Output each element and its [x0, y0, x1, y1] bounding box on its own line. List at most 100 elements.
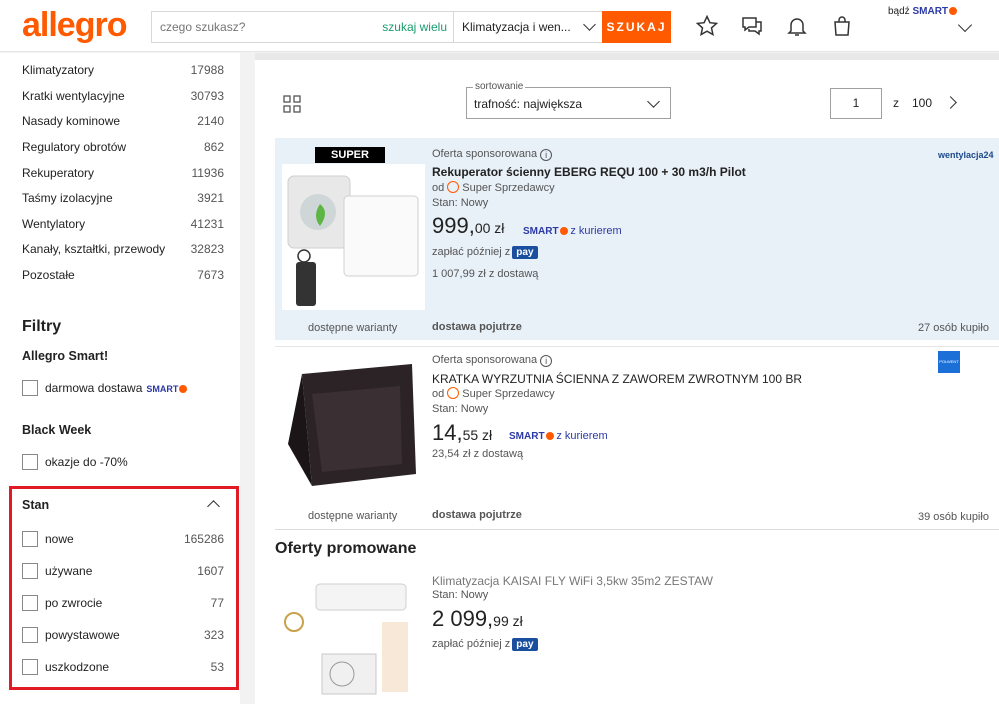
category-item-tasmy[interactable]: Taśmy izolacyjne 3921: [22, 191, 224, 205]
allegro-logo[interactable]: allegro: [22, 6, 127, 45]
condition-label: Stan: Nowy: [432, 589, 489, 601]
filter-black-week[interactable]: okazje do -70%: [22, 453, 224, 471]
category-item-rekuperatory[interactable]: Rekuperatory 11936: [22, 166, 224, 180]
page-number-input[interactable]: 1: [830, 88, 882, 119]
filter-stan-uzywane[interactable]: używane 1607: [22, 562, 224, 580]
promoted-heading: Oferty promowane: [275, 540, 417, 557]
category-count: 30793: [190, 89, 224, 103]
bag-icon[interactable]: [830, 14, 854, 38]
product-image[interactable]: [282, 164, 425, 310]
star-icon[interactable]: [695, 14, 719, 38]
filter-free-delivery[interactable]: darmowa dostawa SMART: [22, 379, 224, 397]
price: 2 099,99 zł: [432, 606, 523, 632]
grid-view-icon[interactable]: [283, 95, 301, 113]
product-image[interactable]: [282, 354, 425, 500]
chevron-down-icon: [583, 18, 596, 31]
sort-value: trafność: największa: [474, 97, 583, 111]
sponsored-text: Oferta sponsorowana: [432, 354, 538, 366]
seller-line: od Super Sprzedawcy: [432, 181, 555, 194]
seller-label: Super Sprzedawcy: [462, 182, 555, 194]
bell-icon[interactable]: [785, 14, 809, 38]
smart-delivery: SMART z kurierem: [509, 430, 608, 442]
stan-filter-heading[interactable]: Stan: [22, 498, 49, 512]
price-cents: 99 zł: [493, 613, 523, 629]
pay-later: zapłać później z pay: [432, 246, 538, 259]
category-item-kanaly[interactable]: Kanały, kształtki, przewody 32823: [22, 242, 224, 256]
checkbox[interactable]: [22, 595, 38, 611]
category-count: 17988: [190, 63, 224, 77]
filter-label: powystawowe: [45, 628, 120, 642]
category-select-value: Klimatyzacja i wen...: [462, 20, 571, 34]
courier-label: z kurierem: [556, 430, 608, 442]
filter-stan-uszkodzone[interactable]: uszkodzone 53: [22, 658, 224, 676]
seller-prefix: od: [432, 388, 445, 400]
category-item-klimatyzatory[interactable]: Klimatyzatory 17988: [22, 63, 224, 77]
category-count: 2140: [197, 114, 224, 128]
smart-dot-icon: [949, 7, 958, 16]
category-count: 7673: [197, 268, 224, 282]
search-bar: szukaj wielu Klimatyzacja i wen... SZUKA…: [151, 11, 671, 43]
category-item-nasady[interactable]: Nasady kominowe 2140: [22, 114, 224, 128]
smart-dot-icon: [179, 384, 188, 393]
offer-title[interactable]: Rekuperator ścienny EBERG REQU 100 + 30 …: [432, 165, 746, 179]
checkbox[interactable]: [22, 380, 38, 396]
smart-label: SMART: [523, 226, 559, 237]
filter-stan-powystawowe[interactable]: powystawowe 323: [22, 626, 224, 644]
variants-label[interactable]: dostępne warianty: [308, 322, 397, 334]
category-item-regulatory[interactable]: Regulatory obrotów 862: [22, 140, 224, 154]
search-many-link[interactable]: szukaj wielu: [378, 12, 454, 42]
category-select[interactable]: Klimatyzacja i wen...: [454, 12, 602, 42]
info-icon[interactable]: i: [540, 355, 553, 367]
condition-label: Stan: Nowy: [432, 403, 489, 415]
checkbox[interactable]: [22, 627, 38, 643]
checkbox[interactable]: [22, 563, 38, 579]
seller-line: od Super Sprzedawcy: [432, 387, 555, 400]
smart-dot-icon: [545, 432, 554, 441]
seller-brand-logo[interactable]: wentylacja24: [938, 150, 994, 160]
account-chevron-icon[interactable]: [957, 17, 973, 33]
price-cents: 55 zł: [462, 427, 493, 443]
filter-label: używane: [45, 564, 93, 578]
filter-stan-po-zwrocie[interactable]: po zwrocie 77: [22, 594, 224, 612]
variants-label[interactable]: dostępne warianty: [308, 510, 397, 522]
info-icon[interactable]: i: [540, 149, 553, 161]
shipping-label: dostawa pojutrze: [432, 321, 522, 333]
pay-badge: pay: [512, 246, 538, 259]
courier-label: z kurierem: [570, 225, 622, 237]
category-label: Wentylatory: [22, 217, 86, 231]
seller-brand-logo[interactable]: POLWENT: [938, 351, 960, 373]
checkbox[interactable]: [22, 454, 38, 470]
smart-badge: SMART: [146, 384, 179, 394]
category-item-kratki[interactable]: Kratki wentylacyjne 30793: [22, 89, 224, 103]
category-label: Regulatory obrotów: [22, 140, 127, 154]
checkbox[interactable]: [22, 531, 38, 547]
search-input[interactable]: [152, 12, 378, 42]
category-item-wentylatory[interactable]: Wentylatory 41231: [22, 217, 224, 231]
filter-count: 1607: [197, 564, 224, 578]
filter-count: 323: [203, 628, 224, 642]
smart-label: SMART: [912, 6, 949, 17]
sold-count: 39 osób kupiło: [918, 511, 989, 523]
smart-dot-icon: [559, 227, 568, 236]
category-label: Nasady kominowe: [22, 114, 121, 128]
checkbox[interactable]: [22, 659, 38, 675]
search-button[interactable]: SZUKAJ: [602, 11, 671, 43]
filter-stan-nowe[interactable]: nowe 165286: [22, 530, 224, 548]
category-item-pozostale[interactable]: Pozostałe 7673: [22, 268, 224, 282]
smart-account-label[interactable]: bądź SMART: [888, 6, 958, 17]
offer-title[interactable]: KRATKA WYRZUTNIA ŚCIENNA Z ZAWOREM ZWROT…: [432, 372, 802, 386]
chat-icon[interactable]: [740, 14, 764, 38]
pay-later: zapłać później z pay: [432, 638, 538, 651]
product-image[interactable]: [282, 562, 425, 704]
promo-title[interactable]: Klimatyzacja KAISAI FLY WiFi 3,5kw 35m2 …: [432, 574, 713, 588]
category-label: Klimatyzatory: [22, 63, 95, 77]
price-main: 14,: [432, 420, 463, 445]
pay-later-label: zapłać później z: [432, 638, 511, 650]
sort-select[interactable]: sortowanie trafność: największa: [466, 81, 671, 119]
price-cents: 00 zł: [474, 220, 505, 236]
category-count: 32823: [190, 242, 224, 256]
category-label: Kratki wentylacyjne: [22, 89, 125, 103]
category-count: 11936: [191, 166, 224, 180]
category-count: 41231: [190, 217, 224, 231]
price: 999,00 zł: [432, 213, 504, 239]
